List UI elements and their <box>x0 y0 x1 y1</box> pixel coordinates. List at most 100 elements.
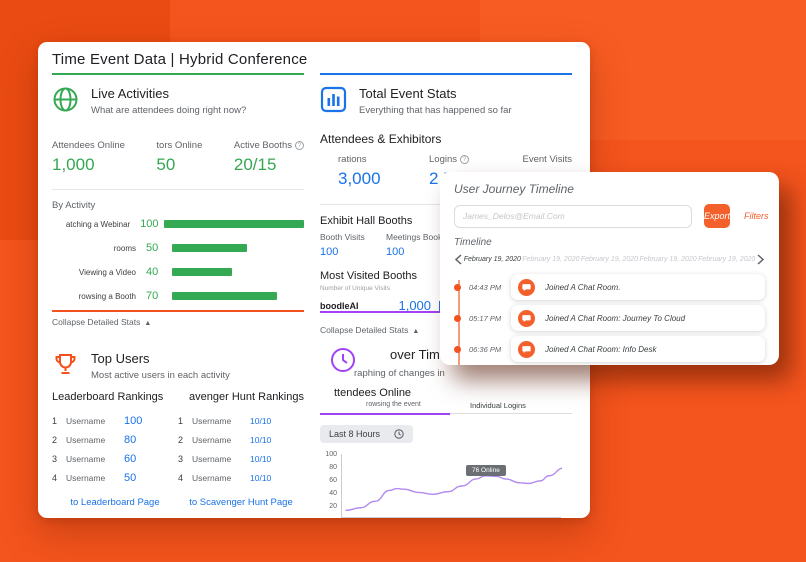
attendees-exhibitors-heading: Attendees & Exhibitors <box>320 132 572 146</box>
y-tick: 20 <box>320 503 337 510</box>
time-panel-tabs: ttendees Online rowsing the event Indivi… <box>320 387 572 415</box>
user-journey-timeline-panel: User Journey Timeline Export Filters Tim… <box>440 172 779 365</box>
collapse-caret-icon: ▲ <box>412 328 419 335</box>
collapse-detailed-stats-link[interactable]: Collapse Detailed Stats▲ <box>52 317 304 327</box>
event-time: 04:43 PM <box>469 283 511 292</box>
rank-row: 1Username100 <box>52 411 178 430</box>
rank-row: 3Username60 <box>52 449 178 468</box>
time-panel-title: over Tim <box>390 347 440 362</box>
total-stats-rule <box>320 73 572 75</box>
bar-row-webinar: atching a Webinar 100 <box>52 213 304 235</box>
y-tick: 60 <box>320 477 337 484</box>
scavenger-hunt-rankings: avenger Hunt Rankings 1Username10/10 2Us… <box>178 391 304 508</box>
tab-underline <box>450 413 572 414</box>
y-tick: 40 <box>320 490 337 497</box>
total-stats-title: Total Event Stats <box>359 86 512 101</box>
overlay-controls: Export Filters <box>454 204 765 228</box>
divider <box>52 189 304 190</box>
tab-individual-logins[interactable]: Individual Logins <box>470 401 526 410</box>
time-range-selector[interactable]: Last 8 Hours <box>320 425 413 443</box>
date-tab[interactable]: February 19, 2020 <box>463 256 522 263</box>
scavenger-hunt-page-link[interactable]: to Scavenger Hunt Page <box>178 497 304 508</box>
attendees-online-chart: 100 80 60 40 20 76 Online <box>320 451 572 518</box>
live-activities-subtitle: What are attendees doing right now? <box>91 105 246 116</box>
stat-registrations: rations 3,000 <box>320 154 381 198</box>
history-clock-icon <box>394 429 404 439</box>
y-tick: 80 <box>320 464 337 471</box>
time-panel-subtitle: raphing of changes in <box>354 368 445 379</box>
chat-bubble-icon <box>518 279 535 296</box>
globe-icon <box>52 86 79 113</box>
info-icon[interactable]: ? <box>460 155 469 164</box>
event-time: 05:17 PM <box>469 314 511 323</box>
stat-visitors-online: tors Online 50 <box>156 140 202 175</box>
page-title: Time Event Data | Hybrid Conference <box>52 51 307 68</box>
chevron-left-icon[interactable] <box>454 254 463 265</box>
total-stats-subtitle: Everything that has happened so far <box>359 105 512 116</box>
timeline-label: Timeline <box>454 237 765 248</box>
rank-row: 2Username80 <box>52 430 178 449</box>
rank-row: 4Username10/10 <box>178 468 304 487</box>
event-card[interactable]: Joined A Chat Room: Info Desk <box>511 336 765 362</box>
timeline-events: 04:43 PM Joined A Chat Room. 05:17 PM Jo… <box>454 274 765 365</box>
activity-bar <box>164 220 304 228</box>
live-activities-rule <box>52 73 304 75</box>
chat-bubble-icon <box>518 310 535 327</box>
stat-booth-visits: Booth Visits 100 <box>320 232 386 258</box>
live-activities-title: Live Activities <box>91 86 246 101</box>
line-plot-area <box>341 454 561 518</box>
leaderboard-page-link[interactable]: to Leaderboard Page <box>52 497 178 508</box>
timeline-dot <box>454 284 461 291</box>
date-tab[interactable]: February 19, 2020 <box>697 256 756 263</box>
chart-tooltip: 76 Online <box>466 465 506 476</box>
leaderboard-rankings: Leaderboard Rankings 1Username100 2Usern… <box>52 391 178 508</box>
date-tab[interactable]: February 19, 2020 <box>639 256 698 263</box>
rankings: Leaderboard Rankings 1Username100 2Usern… <box>52 391 304 508</box>
top-users-subtitle: Most active users in each activity <box>91 370 230 381</box>
rank-row: 2Username10/10 <box>178 430 304 449</box>
timeline-event: 06:36 PM Joined A Chat Room: Info Desk <box>454 336 765 362</box>
collapse-caret-icon: ▲ <box>144 320 151 327</box>
date-tab[interactable]: February 19, 2020 <box>580 256 639 263</box>
info-icon[interactable]: ? <box>295 141 304 150</box>
rank-row: 1Username10/10 <box>178 411 304 430</box>
event-text: Joined A Chat Room: Info Desk <box>545 345 656 354</box>
filters-link[interactable]: Filters <box>744 211 769 221</box>
total-stats-header: Total Event Stats Everything that has ha… <box>320 86 572 116</box>
timeline-event: 05:17 PM Joined A Chat Room: Journey To … <box>454 305 765 331</box>
rank-row: 4Username50 <box>52 468 178 487</box>
rank-row: 3Username10/10 <box>178 449 304 468</box>
tab-attendees-online-sub: rowsing the event <box>366 401 421 408</box>
bar-row-video: Viewing a Video 40 <box>52 261 304 283</box>
overlay-title: User Journey Timeline <box>454 182 765 196</box>
stat-active-booths: Active Booths? 20/15 <box>234 140 304 175</box>
event-text: Joined A Chat Room. <box>545 283 620 292</box>
timeline-event: 04:43 PM Joined A Chat Room. <box>454 274 765 300</box>
export-button[interactable]: Export <box>704 204 730 228</box>
live-stats-row: Attendees Online 1,000 tors Online 50 Ac… <box>52 140 304 175</box>
email-search-input[interactable] <box>454 205 692 228</box>
event-card[interactable]: Joined A Chat Room: Journey To Cloud <box>511 305 765 331</box>
bar-chart-icon <box>320 86 347 113</box>
chat-bubble-icon <box>518 341 535 358</box>
activity-bar-chart: atching a Webinar 100 rooms 50 Viewing a… <box>52 213 304 307</box>
bar-row-booth: rowsing a Booth 70 <box>52 285 304 307</box>
activity-bar <box>172 292 277 300</box>
event-card[interactable]: Joined A Chat Room. <box>511 274 765 300</box>
stat-attendees-online: Attendees Online 1,000 <box>52 140 125 175</box>
chevron-right-icon[interactable] <box>756 254 765 265</box>
bar-row-rooms: rooms 50 <box>52 237 304 259</box>
activity-bar <box>172 244 247 252</box>
trophy-icon <box>52 351 79 378</box>
tab-attendees-online[interactable]: ttendees Online <box>334 387 411 399</box>
date-tab[interactable]: February 19, 2020 <box>522 256 581 263</box>
by-activity-label: By Activity <box>52 200 304 211</box>
clock-icon <box>330 347 356 378</box>
timeline-dot <box>454 315 461 322</box>
left-column: Live Activities What are attendees doing… <box>52 78 304 514</box>
event-text: Joined A Chat Room: Journey To Cloud <box>545 314 685 323</box>
activity-bar <box>172 268 232 276</box>
y-tick: 100 <box>320 451 337 458</box>
live-activities-header: Live Activities What are attendees doing… <box>52 86 304 116</box>
timeline-dot <box>454 346 461 353</box>
